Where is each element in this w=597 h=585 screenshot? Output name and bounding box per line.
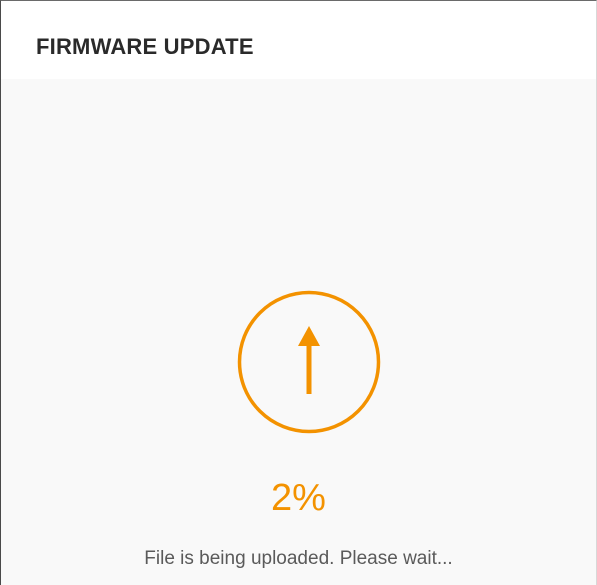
- upload-progress-percent: 2%: [271, 477, 326, 519]
- dialog-title: FIRMWARE UPDATE: [36, 34, 254, 59]
- firmware-update-dialog: FIRMWARE UPDATE 2% File is being uploade…: [0, 0, 597, 585]
- upload-arrow-icon: [237, 290, 381, 434]
- dialog-header: FIRMWARE UPDATE: [1, 1, 596, 79]
- upload-arrow-head: [298, 326, 320, 346]
- upload-status-message: File is being uploaded. Please wait...: [144, 548, 453, 569]
